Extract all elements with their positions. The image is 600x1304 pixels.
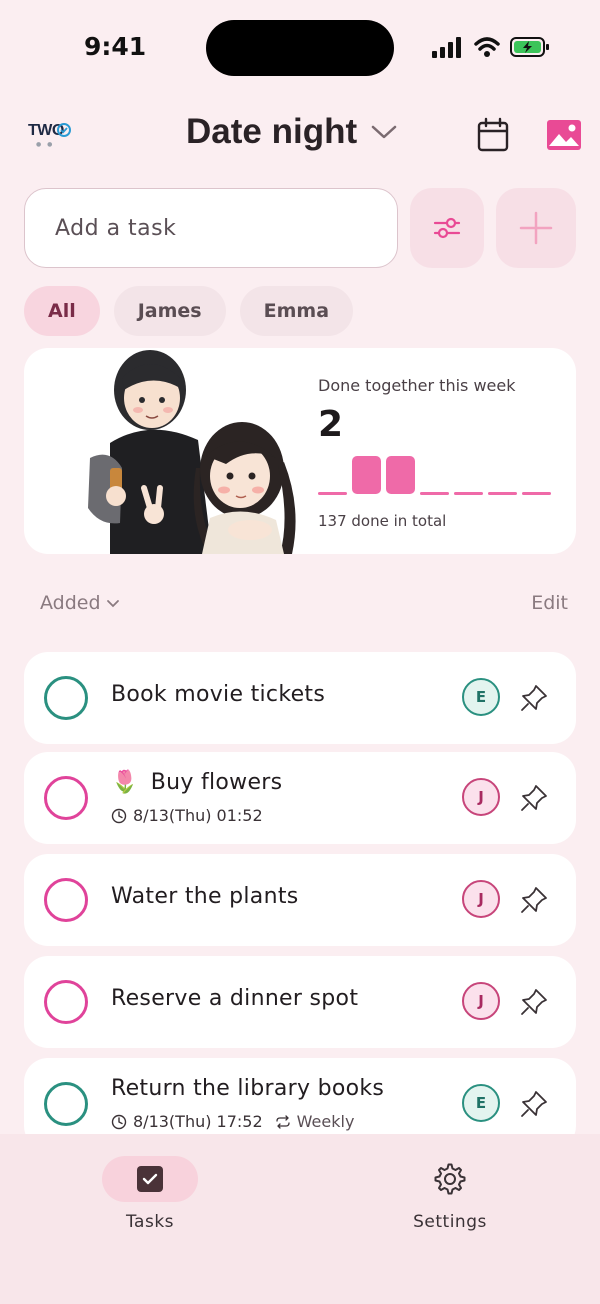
status-time: 9:41 bbox=[84, 32, 147, 61]
edit-button[interactable]: Edit bbox=[531, 592, 568, 614]
pin-icon[interactable] bbox=[518, 884, 550, 916]
assignee-avatar: J bbox=[462, 880, 500, 918]
task-item[interactable]: Book movie tickets E bbox=[24, 652, 576, 744]
calendar-icon bbox=[477, 117, 509, 152]
task-due: 8/13(Thu) 17:52 bbox=[133, 1112, 263, 1131]
image-button[interactable] bbox=[544, 116, 584, 154]
task-item[interactable]: Water the plants J bbox=[24, 854, 576, 946]
tab-tasks-label: Tasks bbox=[125, 1212, 175, 1232]
task-title: Book movie tickets bbox=[111, 682, 326, 707]
task-meta: 8/13(Thu) 17:52 Weekly bbox=[111, 1112, 354, 1131]
signal-icon bbox=[432, 37, 461, 58]
sort-label: Added bbox=[40, 592, 101, 614]
clock-icon bbox=[111, 1114, 127, 1129]
task-item[interactable]: Reserve a dinner spot J bbox=[24, 956, 576, 1048]
filter-button[interactable] bbox=[410, 188, 484, 268]
status-icons bbox=[432, 36, 550, 58]
task-item[interactable]: 🌷 Buy flowers 8/13(Thu) 01:52 J bbox=[24, 752, 576, 844]
task-due: 8/13(Thu) 01:52 bbox=[133, 806, 263, 825]
task-checkbox[interactable] bbox=[44, 776, 88, 820]
chevron-down-icon bbox=[106, 600, 119, 608]
status-bar: 9:41 bbox=[0, 0, 600, 96]
weekday-bar bbox=[420, 492, 449, 495]
weekly-bars bbox=[318, 456, 551, 495]
tab-settings[interactable]: Settings bbox=[375, 1156, 525, 1236]
chip-james[interactable]: James bbox=[113, 286, 226, 336]
task-checkbox[interactable] bbox=[44, 676, 88, 720]
add-task-input[interactable] bbox=[24, 188, 398, 268]
task-checkbox[interactable] bbox=[44, 1082, 88, 1126]
task-checkbox[interactable] bbox=[44, 878, 88, 922]
chip-emma[interactable]: Emma bbox=[239, 286, 354, 336]
sliders-icon bbox=[433, 217, 461, 239]
assignee-avatar: E bbox=[462, 678, 500, 716]
battery-charging-icon bbox=[510, 37, 549, 57]
list-title: Date night bbox=[186, 112, 358, 151]
pin-icon[interactable] bbox=[518, 1088, 550, 1120]
task-item[interactable]: Return the library books 8/13(Thu) 17:52… bbox=[24, 1058, 576, 1134]
tab-settings-label: Settings bbox=[413, 1212, 487, 1232]
pin-icon[interactable] bbox=[518, 782, 550, 814]
stats-total: 137 done in total bbox=[318, 512, 447, 530]
task-checkbox[interactable] bbox=[44, 980, 88, 1024]
task-emoji: 🌷 bbox=[111, 770, 139, 795]
weekday-bar bbox=[454, 492, 483, 495]
tab-bar: Tasks Settings bbox=[0, 1134, 600, 1304]
task-title: Return the library books bbox=[111, 1076, 385, 1101]
assignee-filter-chips: All James Emma bbox=[24, 286, 354, 336]
clock-icon bbox=[111, 808, 127, 823]
plus-icon bbox=[519, 211, 553, 245]
gear-icon bbox=[434, 1163, 466, 1195]
dynamic-island bbox=[206, 20, 394, 76]
repeat-icon bbox=[276, 1114, 290, 1129]
task-title-row: 🌷 Buy flowers bbox=[111, 770, 282, 795]
app-logo: TWO ● ● bbox=[28, 120, 76, 150]
stats-count: 2 bbox=[318, 404, 344, 445]
weekday-bar bbox=[522, 492, 551, 495]
task-list: Book movie tickets E 🌷 Buy flowers 8/13(T… bbox=[24, 652, 576, 1134]
tab-tasks[interactable]: Tasks bbox=[75, 1156, 225, 1236]
weekday-bar bbox=[352, 456, 381, 494]
header: TWO ● ● Date night bbox=[0, 100, 600, 172]
task-repeat: Weekly bbox=[296, 1112, 355, 1131]
calendar-button[interactable] bbox=[474, 116, 512, 154]
assignee-avatar: E bbox=[462, 1084, 500, 1122]
checkbox-icon bbox=[137, 1166, 163, 1192]
list-title-dropdown[interactable]: Date night bbox=[186, 112, 397, 152]
assignee-avatar: J bbox=[462, 778, 500, 816]
weekly-stats-card[interactable]: Done together this week 2 137 done in to… bbox=[24, 348, 576, 554]
logo-check-icon bbox=[57, 123, 71, 137]
logo-dots: ● ● bbox=[36, 141, 55, 148]
task-meta: 8/13(Thu) 01:52 bbox=[111, 806, 263, 825]
chevron-down-icon bbox=[371, 125, 397, 139]
chip-all[interactable]: All bbox=[24, 286, 100, 336]
image-icon bbox=[547, 120, 581, 150]
sort-dropdown[interactable]: Added bbox=[40, 592, 121, 614]
task-title: Buy flowers bbox=[150, 770, 283, 795]
weekday-bar bbox=[318, 492, 347, 495]
add-task-button[interactable] bbox=[496, 188, 576, 268]
weekday-bar bbox=[386, 456, 415, 494]
wifi-icon bbox=[474, 37, 500, 57]
weekday-bar bbox=[488, 492, 517, 495]
list-controls: Added Edit bbox=[40, 588, 568, 620]
pin-icon[interactable] bbox=[518, 986, 550, 1018]
stats-title: Done together this week bbox=[318, 376, 516, 395]
couple-illustration bbox=[88, 350, 296, 554]
tab-tasks-pill bbox=[102, 1156, 198, 1202]
task-title: Water the plants bbox=[111, 884, 299, 909]
task-title: Reserve a dinner spot bbox=[111, 986, 359, 1011]
assignee-avatar: J bbox=[462, 982, 500, 1020]
tab-settings-pill bbox=[402, 1156, 498, 1202]
pin-icon[interactable] bbox=[518, 682, 550, 714]
